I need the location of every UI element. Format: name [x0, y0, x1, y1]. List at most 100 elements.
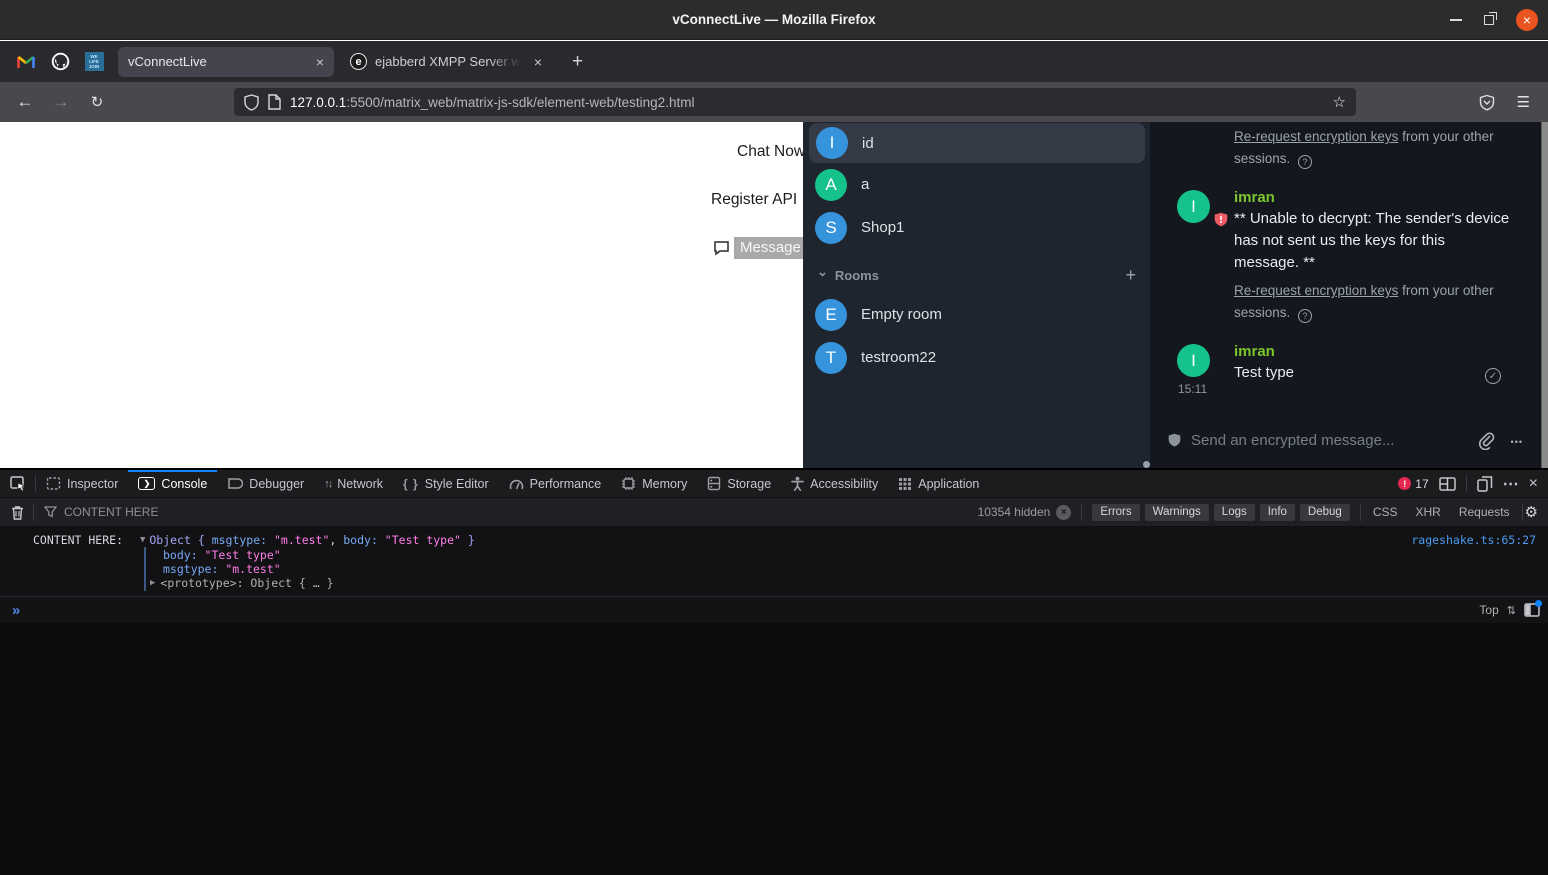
list-item-person[interactable]: I id	[809, 123, 1152, 468]
avatar: I	[816, 127, 848, 159]
filter-debug-button[interactable]: Debug	[1299, 503, 1350, 521]
attachment-paperclip-icon[interactable]	[1477, 431, 1495, 450]
clear-console-trash-icon[interactable]	[0, 505, 33, 520]
tab-label: Inspector	[67, 476, 119, 491]
add-room-button[interactable]	[1125, 265, 1136, 286]
github-icon	[51, 52, 70, 71]
tab-close-icon[interactable]	[316, 54, 324, 70]
restore-button[interactable]	[1484, 12, 1497, 25]
devtools-tab-performance[interactable]: Performance	[499, 470, 612, 497]
object-property-row: msgtype: "m.test"	[163, 562, 281, 576]
devtools-close-icon[interactable]	[1529, 475, 1538, 493]
performance-icon	[509, 477, 524, 491]
list-item-room[interactable]: T testroom22	[803, 336, 1150, 379]
pinned-tab-gmail[interactable]	[16, 52, 36, 72]
tab-close-icon[interactable]	[534, 54, 542, 70]
help-circle-icon[interactable]	[1298, 155, 1313, 169]
page-scrollbar[interactable]	[1541, 122, 1548, 468]
chat-message: I imran ** Unable to decrypt: The sender…	[1150, 188, 1541, 324]
console-filter-input[interactable]: CONTENT HERE	[34, 505, 978, 519]
help-circle-icon[interactable]	[1298, 309, 1313, 323]
split-console-icon[interactable]	[1438, 476, 1456, 491]
url-host: 127.0.0.1	[290, 94, 347, 110]
collapsed-twisty-icon[interactable]	[150, 576, 160, 590]
devtools-tabbar: Inspector Console Debugger Network Style…	[0, 470, 1548, 498]
decryption-error-shield-icon	[1214, 212, 1228, 227]
speech-bubble-icon	[713, 240, 730, 256]
rerequest-keys-notice: Re-request encryption keys from your oth…	[1234, 280, 1504, 324]
filter-info-button[interactable]: Info	[1259, 503, 1295, 521]
rerequest-keys-link[interactable]: Re-request encryption keys	[1234, 283, 1398, 298]
bookmark-star-icon[interactable]	[1333, 93, 1346, 111]
filter-errors-button[interactable]: Errors	[1092, 503, 1140, 521]
list-item-person[interactable]: S Shop1	[803, 206, 1150, 249]
filter-warnings-button[interactable]: Warnings	[1144, 503, 1209, 521]
back-button[interactable]	[10, 88, 40, 116]
close-window-button[interactable]	[1516, 9, 1538, 31]
forward-button[interactable]	[46, 88, 76, 116]
avatar: I	[1177, 344, 1210, 377]
console-input-row[interactable]: Top	[0, 596, 1548, 623]
tab-label: Console	[161, 476, 208, 491]
debugger-icon	[227, 477, 244, 490]
tab-label: Memory	[642, 476, 688, 491]
filter-requests-button[interactable]: Requests	[1459, 505, 1510, 519]
message-body: Test type	[1234, 364, 1295, 381]
evaluation-context-selector[interactable]: Top	[1479, 603, 1498, 617]
devtools-tab-inspector[interactable]: Inspector	[36, 470, 128, 497]
devtools-tab-application[interactable]: Application	[888, 470, 989, 497]
pinned-tab-github[interactable]	[50, 52, 70, 72]
filter-logs-button[interactable]: Logs	[1213, 503, 1255, 521]
error-count-badge[interactable]: 17	[1398, 477, 1429, 491]
devtools-tab-style-editor[interactable]: Style Editor	[393, 470, 499, 497]
avatar: E	[815, 298, 847, 331]
tracking-protection-shield-icon[interactable]	[244, 93, 259, 111]
avatar: A	[815, 168, 847, 201]
devtools-tab-console[interactable]: Console	[128, 470, 218, 497]
devtools-tab-network[interactable]: Network	[314, 470, 393, 497]
element-picker-icon[interactable]	[0, 475, 35, 492]
app-menu-icon[interactable]	[1517, 93, 1530, 112]
console-empty-area[interactable]	[0, 623, 1548, 875]
filter-css-button[interactable]: CSS	[1373, 505, 1398, 519]
new-tab-button[interactable]	[558, 51, 597, 73]
message-button[interactable]: Message	[713, 237, 804, 259]
tab-label: Performance	[529, 476, 602, 491]
tab-ejabberd[interactable]: ejabberd XMPP Server wi	[340, 47, 552, 77]
clear-filter-icon[interactable]	[1056, 504, 1072, 520]
composer-input[interactable]: Send an encrypted message...	[1191, 432, 1477, 449]
devtools-menu-icon[interactable]	[1503, 474, 1519, 494]
url-bar[interactable]: 127.0.0.1:5500/matrix_web/matrix-js-sdk/…	[234, 88, 1356, 116]
tab-vconnectlive[interactable]: vConnectLive	[118, 46, 334, 77]
responsive-design-mode-icon[interactable]	[1476, 475, 1493, 492]
message-button-label: Message	[734, 237, 804, 259]
memory-chip-icon	[621, 476, 636, 491]
more-options-icon[interactable]	[1511, 429, 1523, 451]
list-item-person[interactable]: A a	[803, 163, 1150, 206]
context-updown-icon	[1507, 603, 1516, 617]
devtools-tab-debugger[interactable]: Debugger	[217, 470, 314, 497]
pinned-tab-welifejoin[interactable]: WE LIFE JOIN	[84, 52, 104, 72]
editor-mode-toggle-icon[interactable]	[1524, 600, 1542, 617]
window-title: vConnectLive — Mozilla Firefox	[672, 12, 876, 27]
sent-check-icon	[1485, 368, 1501, 384]
prototype-row[interactable]: <prototype>: Object { … }	[146, 576, 1548, 590]
page-info-icon[interactable]	[268, 94, 281, 110]
object-expanded-children: body: "Test type" msgtype: "m.test" <pro…	[144, 547, 1548, 591]
navigation-toolbar: 127.0.0.1:5500/matrix_web/matrix-js-sdk/…	[0, 82, 1548, 122]
console-settings-gear-icon[interactable]	[1523, 503, 1548, 521]
list-item-room[interactable]: E Empty room	[803, 293, 1150, 336]
devtools-tab-accessibility[interactable]: Accessibility	[781, 470, 888, 497]
reload-button[interactable]	[82, 88, 112, 116]
url-text: 127.0.0.1:5500/matrix_web/matrix-js-sdk/…	[290, 95, 1333, 110]
expand-twisty-icon[interactable]	[130, 533, 149, 547]
source-link[interactable]: rageshake.ts:65:27	[1411, 533, 1548, 547]
accessibility-person-icon	[791, 476, 805, 491]
filter-xhr-button[interactable]: XHR	[1416, 505, 1441, 519]
pocket-save-icon[interactable]	[1479, 94, 1495, 111]
rerequest-keys-link[interactable]: Re-request encryption keys	[1234, 129, 1398, 144]
devtools-tab-storage[interactable]: Storage	[697, 470, 781, 497]
devtools-tab-memory[interactable]: Memory	[611, 470, 697, 497]
minimize-button[interactable]	[1450, 19, 1462, 21]
rooms-section-header[interactable]: Rooms	[803, 257, 1150, 293]
